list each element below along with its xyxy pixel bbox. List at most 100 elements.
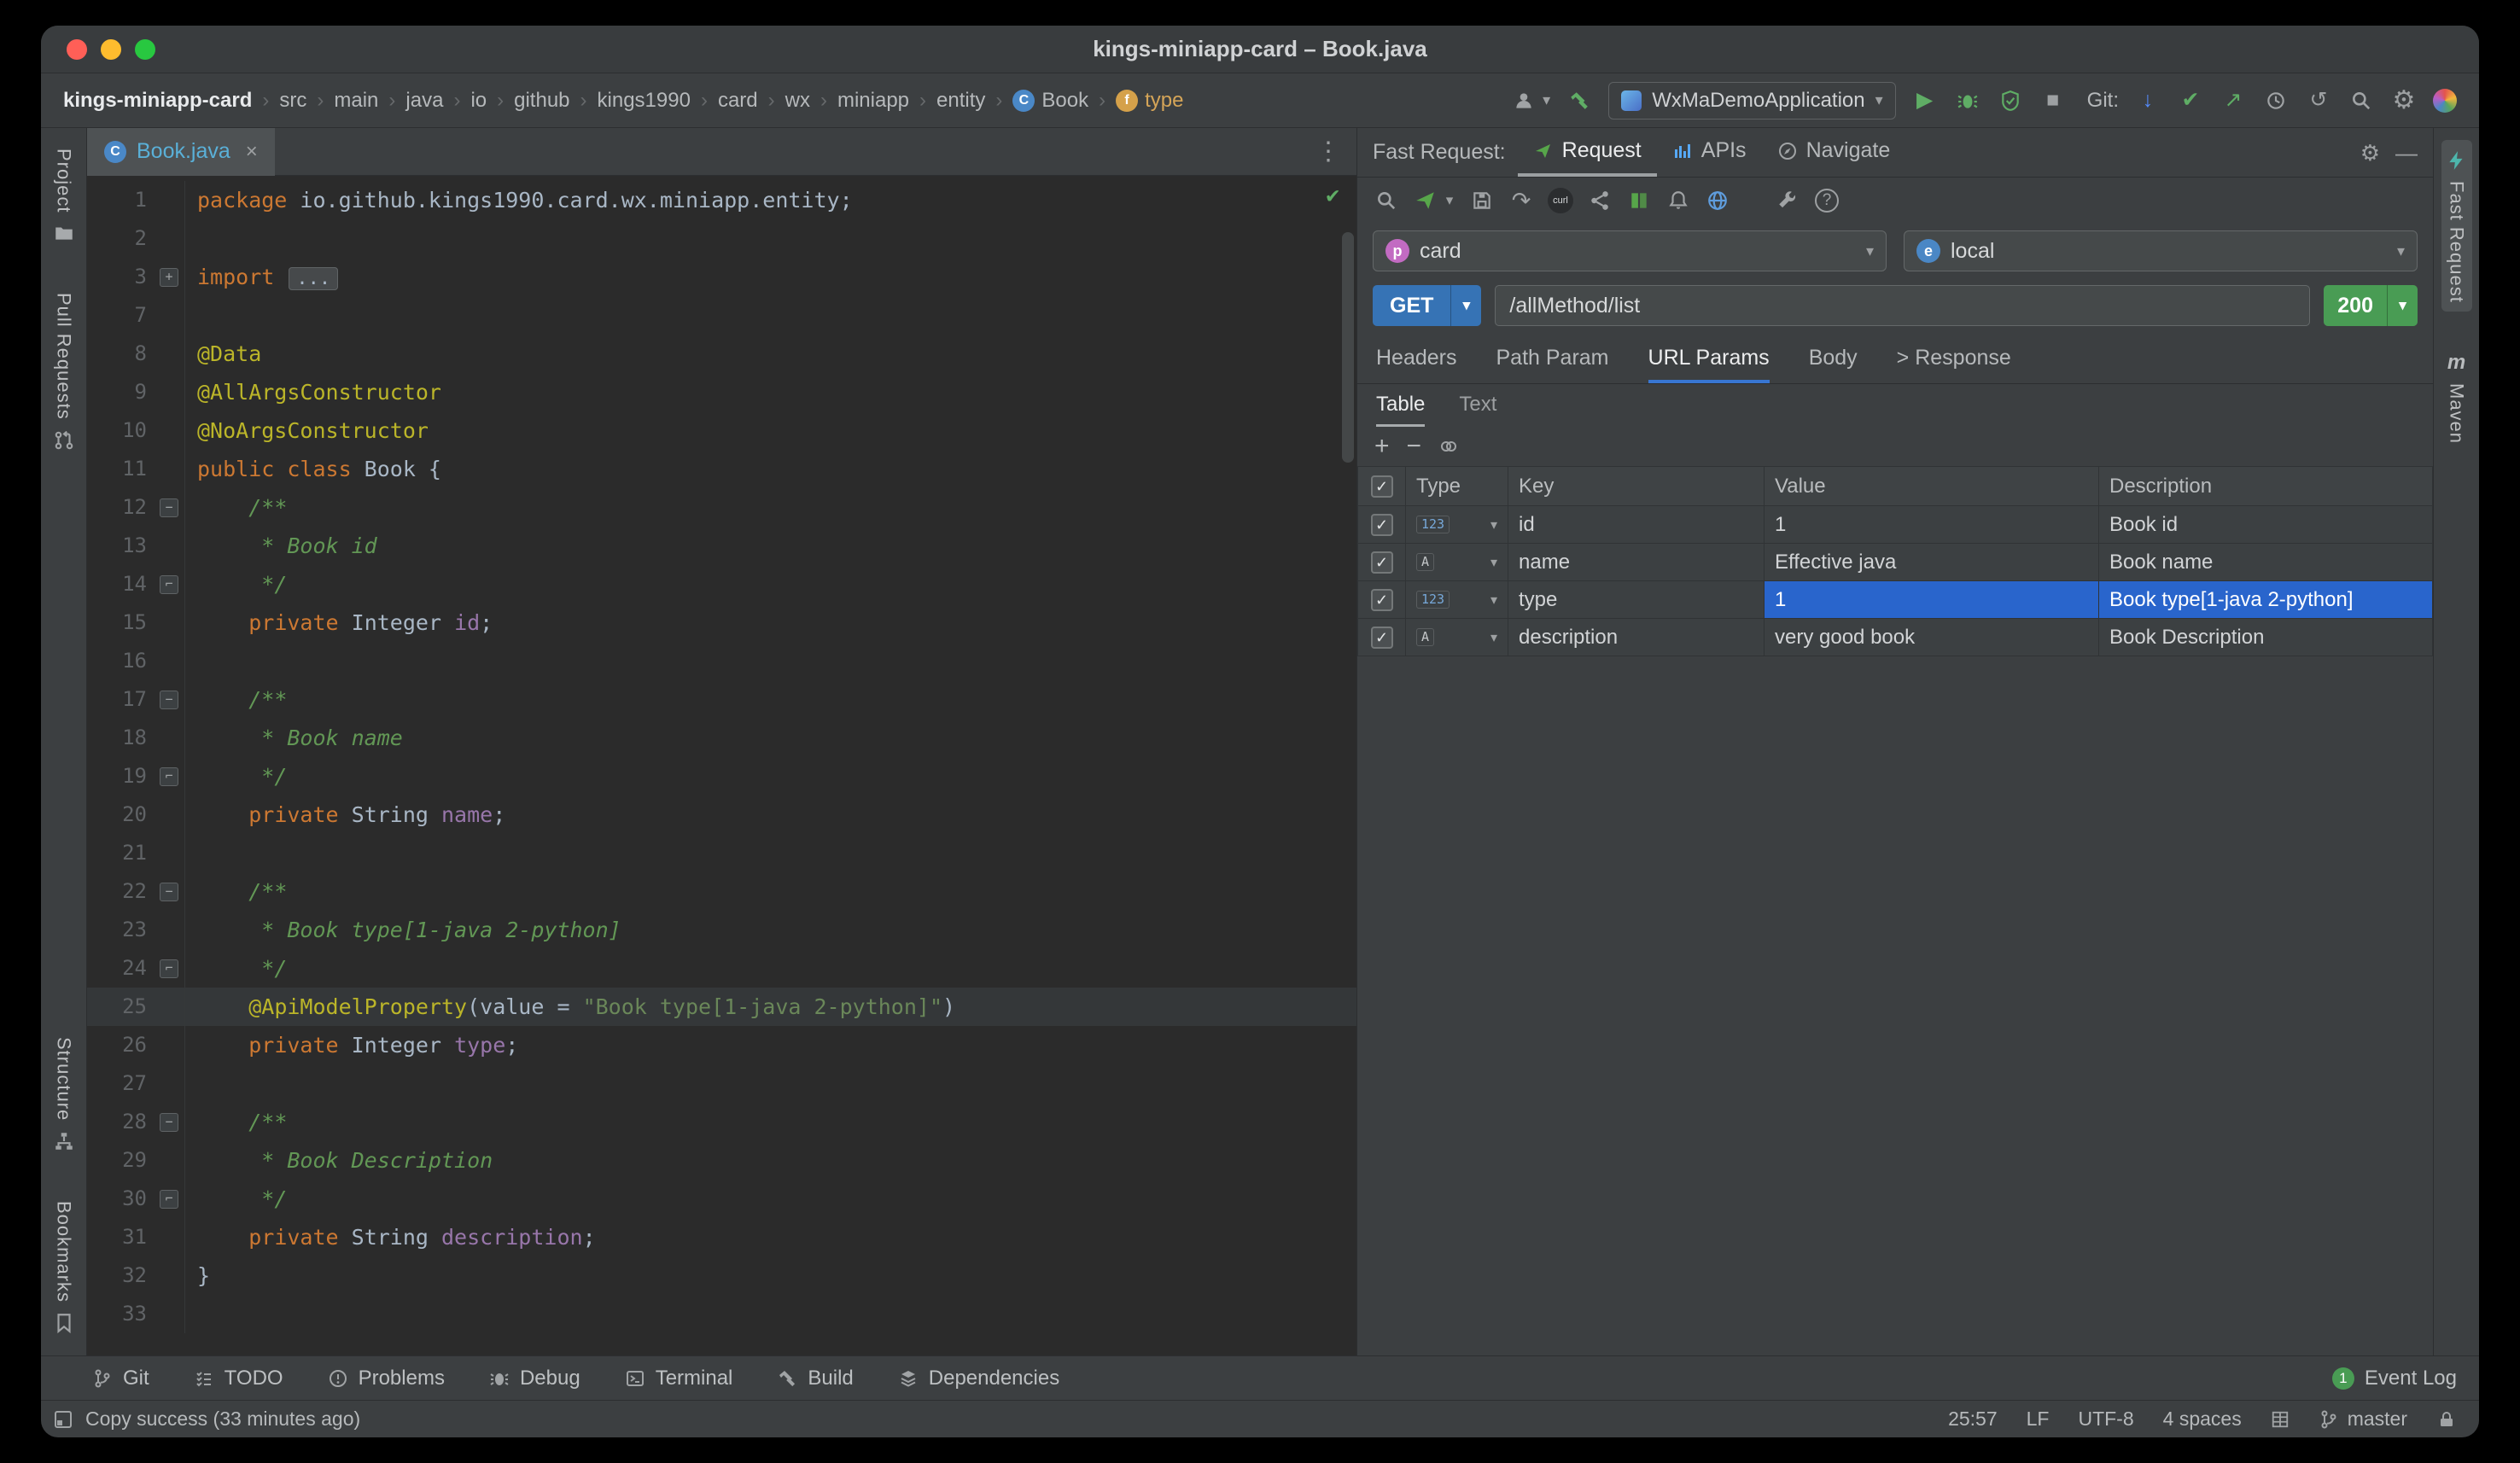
panel-tab-navigate[interactable]: Navigate xyxy=(1762,128,1906,177)
panel-tab-request[interactable]: Request xyxy=(1518,128,1657,177)
value-cell[interactable]: 1 xyxy=(1765,581,2099,619)
key-cell[interactable]: type xyxy=(1508,581,1765,619)
method-select[interactable]: GET ▾ xyxy=(1373,285,1481,326)
checkbox-icon[interactable]: ✓ xyxy=(1371,551,1393,574)
bottom-tool-todo[interactable]: TODO xyxy=(194,1367,283,1390)
code-line[interactable]: 33 xyxy=(87,1295,1356,1333)
stripe-item-maven[interactable]: mMaven xyxy=(2441,342,2472,452)
code-line[interactable]: 11public class Book { xyxy=(87,450,1356,488)
param-tab-url-params[interactable]: URL Params xyxy=(1648,336,1770,383)
coverage-button[interactable] xyxy=(1997,87,2024,114)
code-line[interactable]: 1package io.github.kings1990.card.wx.min… xyxy=(87,181,1356,219)
update-project-icon[interactable]: ↓ xyxy=(2134,87,2161,114)
fold-marker[interactable]: ⌐ xyxy=(154,757,184,796)
profile-icon[interactable] xyxy=(1510,87,1537,114)
breadcrumb-item[interactable]: main xyxy=(334,89,378,113)
description-cell[interactable]: Book name xyxy=(2099,544,2433,581)
stripe-item-project[interactable]: Project xyxy=(49,140,79,254)
param-tab--response[interactable]: > Response xyxy=(1897,336,2011,383)
stripe-item-pull-requests[interactable]: Pull Requests xyxy=(49,284,79,461)
breadcrumb-item[interactable]: wx xyxy=(785,89,810,113)
code-line[interactable]: 15 private Integer id; xyxy=(87,603,1356,642)
code-line[interactable]: 27 xyxy=(87,1064,1356,1103)
environment-select[interactable]: e local ▾ xyxy=(1904,230,2418,271)
breadcrumb-item[interactable]: miniapp xyxy=(837,89,909,113)
caret-position-widget[interactable]: 25:57 xyxy=(1948,1408,1998,1431)
code-line[interactable]: 7 xyxy=(87,296,1356,335)
row-checkbox-cell[interactable]: ✓ xyxy=(1358,506,1406,544)
code-style-widget-icon[interactable] xyxy=(2271,1410,2290,1429)
stripe-item-bookmarks[interactable]: Bookmarks xyxy=(49,1192,79,1344)
breadcrumb-item[interactable]: ftype xyxy=(1116,89,1183,113)
value-cell[interactable]: Effective java xyxy=(1765,544,2099,581)
row-checkbox-cell[interactable]: ✓ xyxy=(1358,619,1406,656)
close-window-button[interactable] xyxy=(67,39,87,60)
code-line[interactable]: 8@Data xyxy=(87,335,1356,373)
docs-icon[interactable] xyxy=(1625,187,1653,214)
fold-marker[interactable]: ⌐ xyxy=(154,565,184,603)
run-button[interactable]: ▶ xyxy=(1911,87,1939,114)
debug-button[interactable] xyxy=(1954,87,1981,114)
share-icon[interactable] xyxy=(1586,187,1613,214)
checkbox-icon[interactable]: ✓ xyxy=(1371,514,1393,536)
description-cell[interactable]: Book Description xyxy=(2099,619,2433,656)
redo-icon[interactable]: ↷ xyxy=(1508,187,1535,214)
type-cell[interactable]: A▾ xyxy=(1406,544,1508,581)
type-cell[interactable]: 123▾ xyxy=(1406,581,1508,619)
profile-chevron-icon[interactable]: ▾ xyxy=(1543,91,1550,109)
breadcrumb-item[interactable]: kings-miniapp-card xyxy=(63,89,252,113)
help-icon[interactable]: ? xyxy=(1813,187,1840,214)
code-line[interactable]: 2 xyxy=(87,219,1356,258)
bottom-tool-build[interactable]: Build xyxy=(777,1367,853,1390)
curl-icon[interactable]: curl xyxy=(1547,187,1574,214)
type-cell[interactable]: 123▾ xyxy=(1406,506,1508,544)
stripe-item-structure[interactable]: Structure xyxy=(49,1029,79,1162)
search-everywhere-icon[interactable] xyxy=(2348,87,2375,114)
bottom-tool-problems[interactable]: Problems xyxy=(328,1367,445,1390)
editor-tab-options-icon[interactable]: ⋮ xyxy=(1315,137,1356,166)
rollback-icon[interactable]: ↺ xyxy=(2305,87,2332,114)
code-line[interactable]: 20 private String name; xyxy=(87,796,1356,834)
key-cell[interactable]: description xyxy=(1508,619,1765,656)
bottom-tool-git[interactable]: Git xyxy=(92,1367,149,1390)
breadcrumb-item[interactable]: card xyxy=(718,89,758,113)
code-line[interactable]: 24⌐ */ xyxy=(87,949,1356,988)
save-icon[interactable] xyxy=(1468,187,1496,214)
breadcrumb-item[interactable]: java xyxy=(405,89,443,113)
close-tab-icon[interactable]: × xyxy=(246,140,258,164)
push-icon[interactable]: ↗ xyxy=(2220,87,2247,114)
breadcrumb-item[interactable]: io xyxy=(470,89,487,113)
row-checkbox-cell[interactable]: ✓ xyxy=(1358,581,1406,619)
key-cell[interactable]: id xyxy=(1508,506,1765,544)
type-select[interactable]: 123▾ xyxy=(1416,591,1497,609)
param-tab-body[interactable]: Body xyxy=(1809,336,1858,383)
code-line[interactable]: 30⌐ */ xyxy=(87,1180,1356,1218)
history-icon[interactable] xyxy=(2262,87,2290,114)
value-cell[interactable]: 1 xyxy=(1765,506,2099,544)
code-line[interactable]: 29 * Book Description xyxy=(87,1141,1356,1180)
code-line[interactable]: 18 * Book name xyxy=(87,719,1356,757)
table-row[interactable]: ✓123▾id1Book id xyxy=(1358,506,2433,544)
description-cell[interactable]: Book type[1-java 2-python] xyxy=(2099,581,2433,619)
bell-icon[interactable] xyxy=(1665,187,1692,214)
indent-widget[interactable]: 4 spaces xyxy=(2163,1408,2242,1431)
code-line[interactable]: 17− /** xyxy=(87,680,1356,719)
zoom-window-button[interactable] xyxy=(135,39,155,60)
project-select[interactable]: p card ▾ xyxy=(1373,230,1887,271)
fold-marker[interactable]: − xyxy=(154,488,184,527)
settings-icon[interactable]: ⚙ xyxy=(2390,87,2418,114)
type-select[interactable]: A▾ xyxy=(1416,628,1497,646)
bottom-tool-terminal[interactable]: Terminal xyxy=(625,1367,733,1390)
type-select[interactable]: A▾ xyxy=(1416,553,1497,571)
search-icon[interactable] xyxy=(1373,187,1400,214)
param-tab-path-param[interactable]: Path Param xyxy=(1496,336,1609,383)
breadcrumb-item[interactable]: github xyxy=(514,89,569,113)
table-row[interactable]: ✓ 123▾ type1Book type[1-java 2-python] xyxy=(1358,581,2433,619)
breadcrumb-item[interactable]: kings1990 xyxy=(598,89,691,113)
checkbox-icon[interactable]: ✓ xyxy=(1371,589,1393,611)
code-line[interactable]: 10@NoArgsConstructor xyxy=(87,411,1356,450)
fold-marker-icon[interactable]: + xyxy=(160,268,178,287)
event-log-button[interactable]: 1 Event Log xyxy=(2332,1367,2457,1390)
code-line[interactable]: 14⌐ */ xyxy=(87,565,1356,603)
code-line[interactable]: 23 * Book type[1-java 2-python] xyxy=(87,911,1356,949)
